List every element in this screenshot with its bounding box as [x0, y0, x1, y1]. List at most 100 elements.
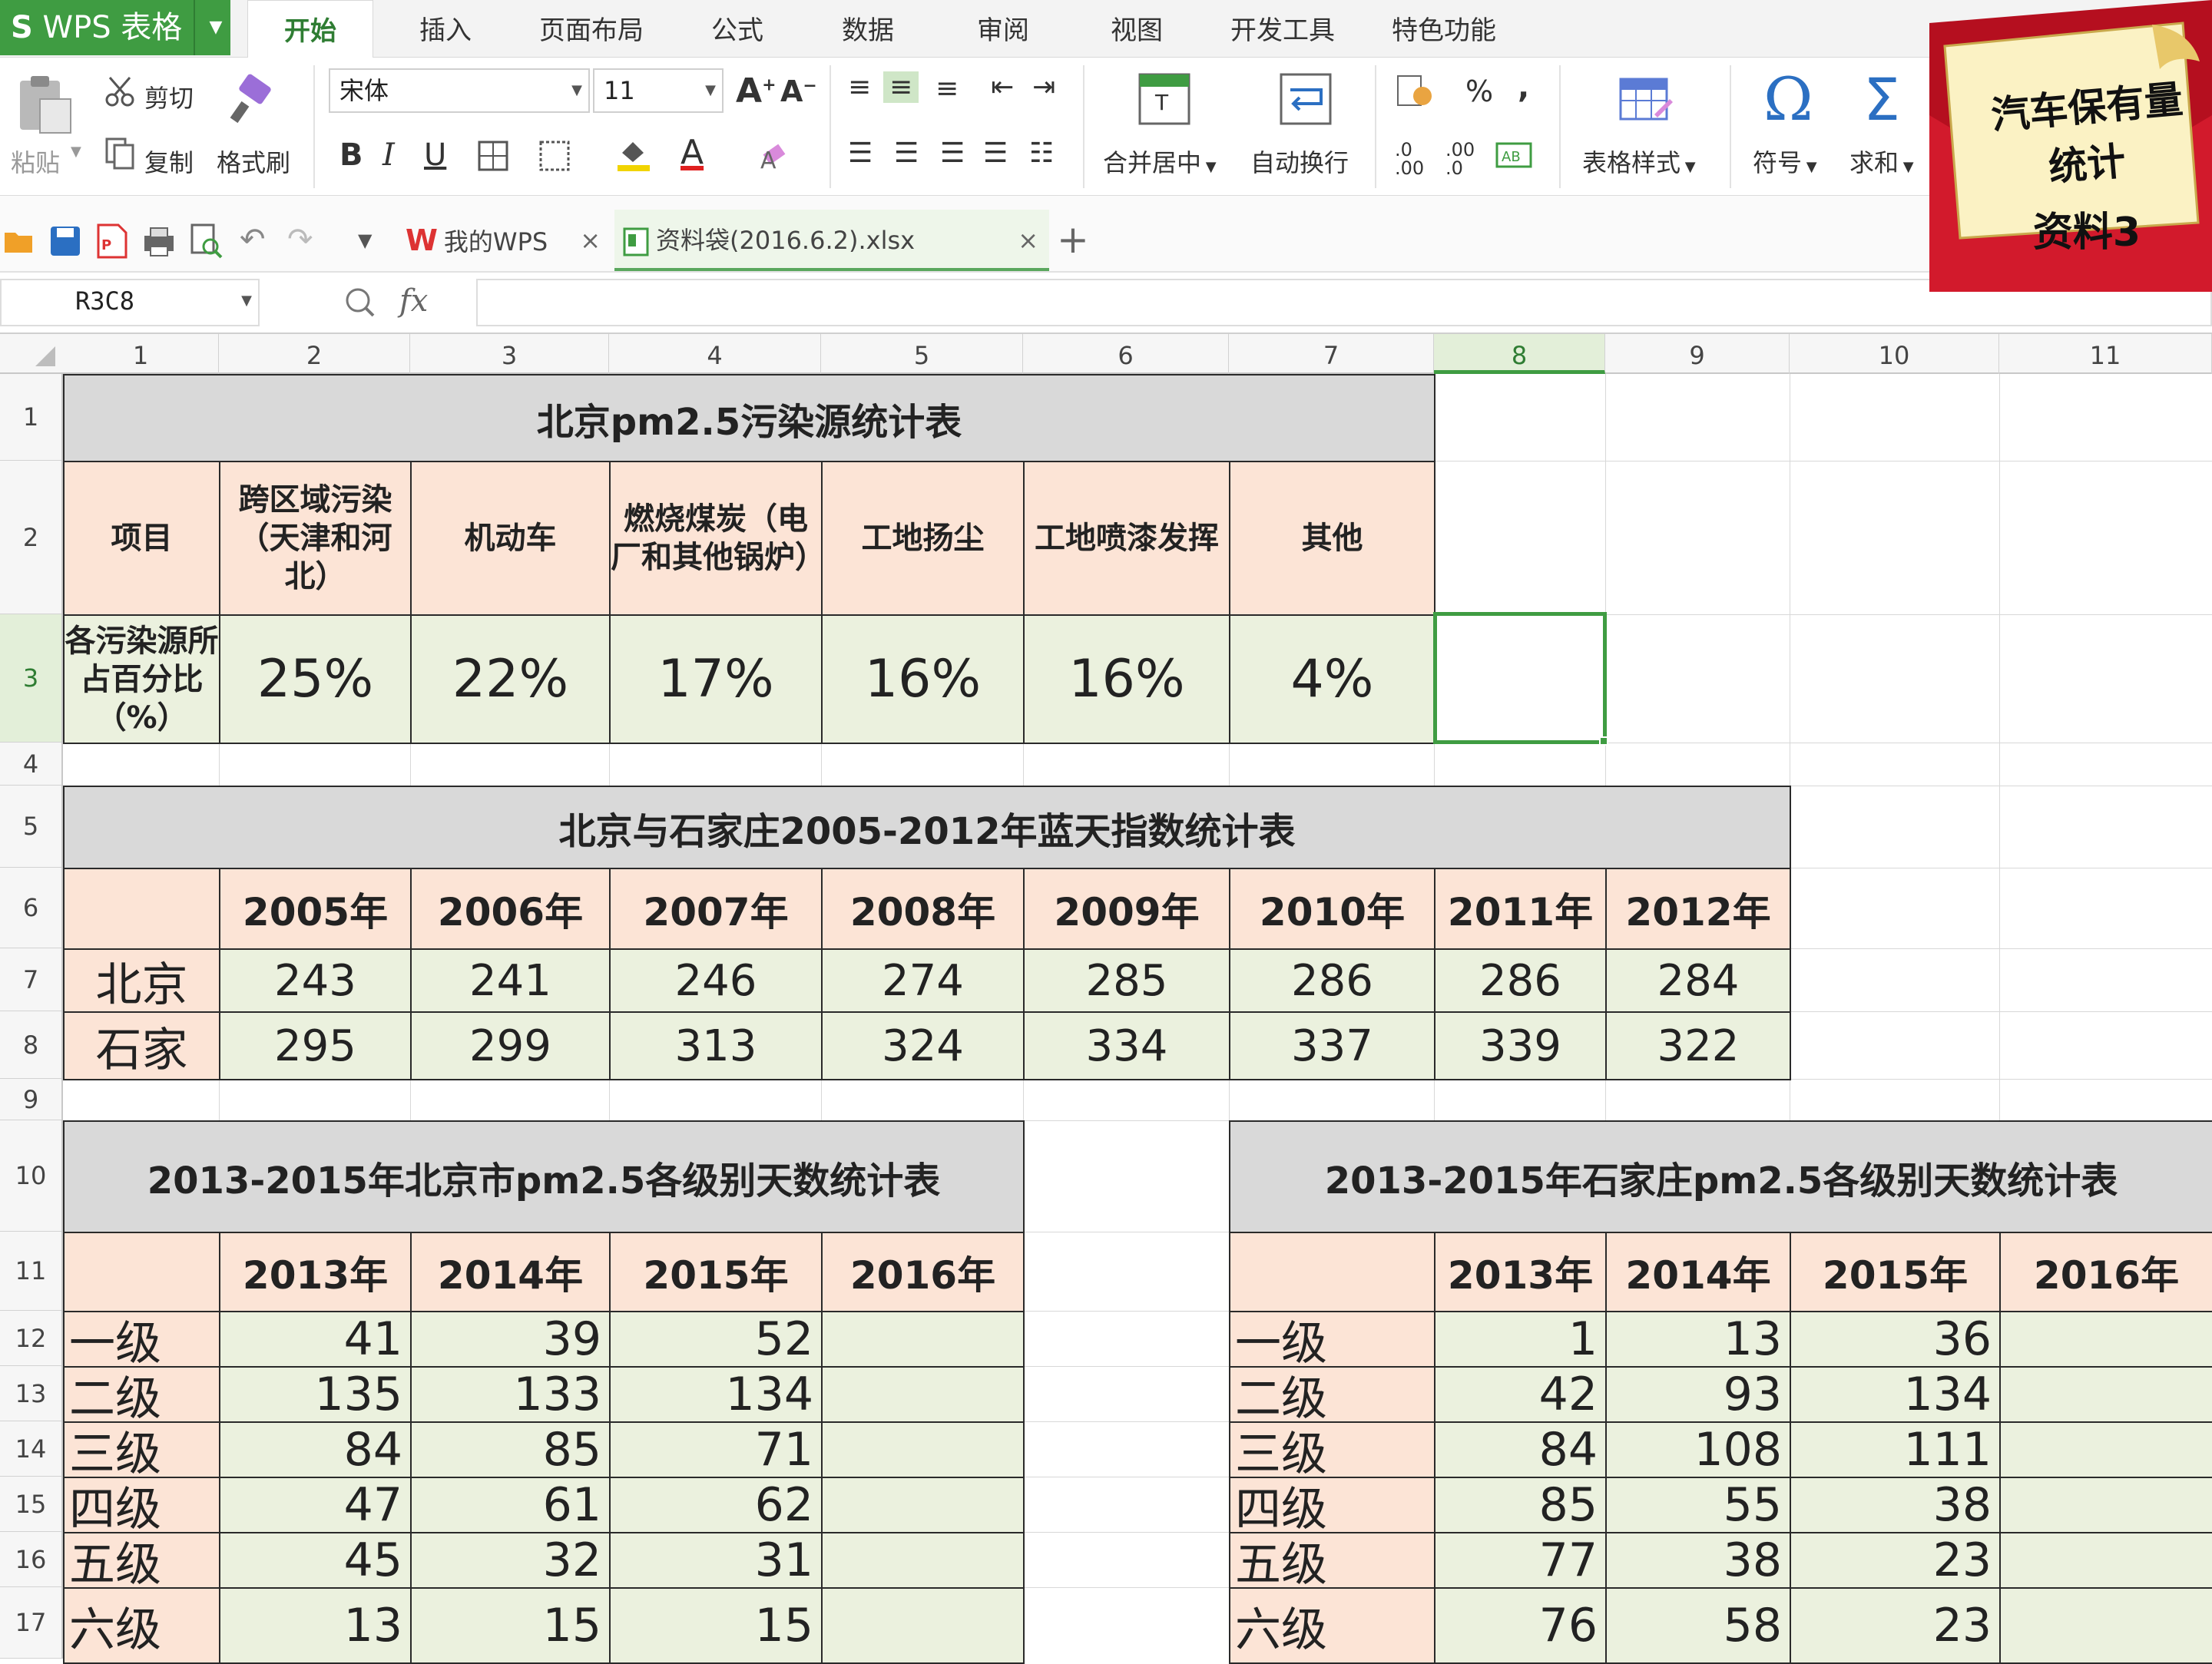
value-cell[interactable]: 334: [1023, 1011, 1230, 1080]
doc-tab-workbook[interactable]: 资料袋(2016.6.2).xlsx ×: [614, 210, 1049, 271]
year-header[interactable]: 2016年: [1999, 1232, 2212, 1312]
column-header[interactable]: 6: [1023, 334, 1229, 374]
header-cell[interactable]: 燃烧煤炭（电厂和其他锅炉）: [609, 461, 823, 616]
paste-button[interactable]: 粘贴: [11, 144, 60, 179]
header-cell[interactable]: [1229, 1232, 1435, 1312]
value-cell[interactable]: 61: [410, 1477, 611, 1533]
column-header[interactable]: 10: [1790, 334, 1999, 374]
decrease-decimal-icon[interactable]: .00.0: [1445, 141, 1475, 177]
level-label[interactable]: 二级: [63, 1366, 220, 1423]
value-cell[interactable]: 85: [410, 1421, 611, 1478]
value-cell[interactable]: [821, 1587, 1025, 1664]
close-tab-icon[interactable]: ×: [580, 210, 601, 271]
value-cell[interactable]: [1999, 1532, 2212, 1589]
value-cell[interactable]: 93: [1605, 1366, 1791, 1423]
value-cell[interactable]: 62: [609, 1477, 823, 1533]
bold-icon[interactable]: B: [339, 137, 363, 173]
justify-icon[interactable]: ☰: [983, 137, 1008, 169]
column-header[interactable]: 5: [821, 334, 1023, 374]
year-header[interactable]: 2015年: [1790, 1232, 2001, 1312]
value-cell[interactable]: 23: [1790, 1587, 2001, 1664]
undo-icon[interactable]: ↶: [240, 222, 266, 257]
level-label[interactable]: 一级: [1229, 1311, 1435, 1368]
value-cell[interactable]: 111: [1790, 1421, 2001, 1478]
redo-icon[interactable]: ↷: [287, 222, 313, 257]
header-cell[interactable]: 项目: [63, 461, 220, 616]
column-header-selected[interactable]: 8: [1434, 334, 1605, 374]
value-cell[interactable]: 76: [1434, 1587, 1607, 1664]
align-right-icon[interactable]: ☰: [940, 137, 965, 169]
value-cell[interactable]: [1999, 1311, 2212, 1368]
increase-decimal-icon[interactable]: .0.00: [1395, 141, 1424, 177]
decrease-indent-icon[interactable]: ⇤: [991, 71, 1014, 103]
merge-center-button[interactable]: 合并居中 ▼: [1103, 144, 1217, 179]
header-cell[interactable]: 工地扬尘: [821, 461, 1025, 616]
value-cell[interactable]: 339: [1434, 1011, 1607, 1080]
value-cell[interactable]: 284: [1605, 948, 1791, 1013]
table-title[interactable]: 2013-2015年石家庄pm2.5各级别天数统计表: [1229, 1120, 2212, 1233]
open-folder-icon[interactable]: [3, 227, 37, 257]
value-cell[interactable]: 313: [609, 1011, 823, 1080]
row-label-cell[interactable]: 各污染源所占百分比（%）: [63, 614, 220, 744]
value-cell[interactable]: 22%: [410, 614, 611, 744]
level-label[interactable]: 五级: [1229, 1532, 1435, 1589]
column-header[interactable]: 3: [410, 334, 609, 374]
value-cell[interactable]: [821, 1477, 1025, 1533]
font-name-select[interactable]: 宋体 ▼: [329, 68, 590, 113]
increase-font-icon[interactable]: A+: [736, 71, 777, 111]
table-style-button[interactable]: 表格样式 ▼: [1582, 144, 1696, 179]
value-cell[interactable]: 286: [1434, 948, 1607, 1013]
level-label[interactable]: 六级: [63, 1587, 220, 1664]
level-label[interactable]: 五级: [63, 1532, 220, 1589]
cell-border-style-icon[interactable]: [538, 139, 571, 173]
sum-button[interactable]: 求和 ▼: [1849, 144, 1914, 179]
value-cell[interactable]: 45: [219, 1532, 412, 1589]
align-left-icon[interactable]: ☰: [848, 137, 873, 169]
align-bottom-icon[interactable]: ≡: [935, 73, 959, 104]
zoom-function-icon[interactable]: [343, 285, 376, 319]
header-cell[interactable]: 工地喷漆发挥: [1023, 461, 1230, 616]
year-header[interactable]: 2010年: [1229, 868, 1435, 950]
align-top-icon[interactable]: ≡: [848, 71, 871, 103]
row-header[interactable]: 16: [0, 1532, 61, 1587]
tab-home[interactable]: 开始: [247, 0, 373, 58]
special-format-icon[interactable]: AB: [1495, 139, 1533, 171]
value-cell[interactable]: 322: [1605, 1011, 1791, 1080]
value-cell[interactable]: 135: [219, 1366, 412, 1423]
row-header[interactable]: 8: [0, 1011, 61, 1079]
year-header[interactable]: 2008年: [821, 868, 1025, 950]
name-box[interactable]: R3C8 ▼: [0, 279, 260, 326]
insert-function-button[interactable]: fx: [399, 283, 428, 319]
value-cell[interactable]: 285: [1023, 948, 1230, 1013]
header-cell[interactable]: 机动车: [410, 461, 611, 616]
customize-toolbar-icon[interactable]: ▼: [358, 230, 372, 251]
row-header[interactable]: 7: [0, 948, 61, 1011]
row-header[interactable]: 11: [0, 1232, 61, 1311]
column-header[interactable]: 11: [1999, 334, 2212, 374]
city-label[interactable]: 石家: [63, 1011, 220, 1080]
tab-insert[interactable]: 插入: [399, 0, 492, 58]
row-header-selected[interactable]: 3: [0, 614, 61, 743]
value-cell[interactable]: [821, 1532, 1025, 1589]
chevron-down-icon[interactable]: ▼: [201, 0, 230, 55]
fill-color-icon[interactable]: [614, 134, 653, 173]
symbol-button[interactable]: 符号 ▼: [1753, 144, 1817, 179]
value-cell[interactable]: 47: [219, 1477, 412, 1533]
value-cell[interactable]: [1999, 1366, 2212, 1423]
value-cell[interactable]: 38: [1605, 1532, 1791, 1589]
row-header[interactable]: 2: [0, 461, 61, 614]
value-cell[interactable]: 85: [1434, 1477, 1607, 1533]
column-header[interactable]: 4: [609, 334, 821, 374]
year-header[interactable]: 2012年: [1605, 868, 1791, 950]
header-cell[interactable]: [63, 1232, 220, 1312]
value-cell[interactable]: 15: [410, 1587, 611, 1664]
value-cell[interactable]: 31: [609, 1532, 823, 1589]
app-menu-button[interactable]: S WPS 表格 ▼: [0, 0, 230, 55]
year-header[interactable]: 2013年: [1434, 1232, 1607, 1312]
tab-special[interactable]: 特色功能: [1382, 0, 1505, 58]
level-label[interactable]: 六级: [1229, 1587, 1435, 1664]
paste-icon[interactable]: [14, 73, 75, 134]
tab-review[interactable]: 审阅: [957, 0, 1049, 58]
increase-indent-icon[interactable]: ⇥: [1032, 71, 1055, 103]
value-cell[interactable]: 134: [1790, 1366, 2001, 1423]
